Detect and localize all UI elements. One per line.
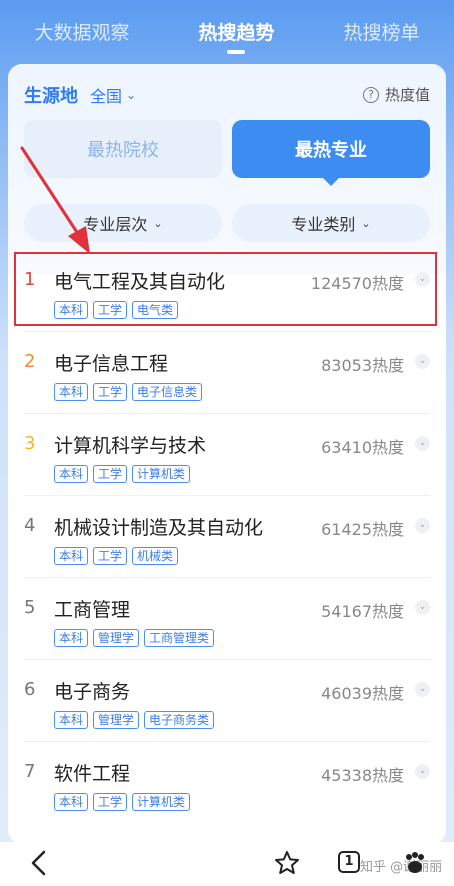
chevron-down-icon: ⌄: [361, 216, 371, 230]
tabs-icon[interactable]: 1: [338, 851, 360, 873]
major-name: 软件工程: [54, 763, 131, 785]
tab-hot-trends-label: 热搜趋势: [198, 22, 275, 44]
tag-category: 电子信息类: [132, 383, 203, 401]
heat-value: 63410热度: [321, 438, 404, 457]
star-icon[interactable]: [274, 850, 300, 876]
tag-discipline: 工学: [93, 793, 128, 811]
major-name: 电气工程及其自动化: [54, 271, 226, 293]
tag-level: 本科: [54, 711, 89, 729]
tag-group: 本科 工学 计算机类: [54, 793, 195, 811]
filter-major-category-label: 专业类别: [291, 215, 356, 234]
segment-hot-schools[interactable]: 最热院校: [24, 120, 222, 178]
expand-chevron-icon[interactable]: ⌄: [415, 354, 430, 369]
tag-group: 本科 管理学 电子商务类: [54, 711, 219, 729]
expand-chevron-icon[interactable]: ⌄: [415, 682, 430, 697]
question-icon: ?: [362, 86, 379, 103]
card-header: 生源地 全国 ⌄ ? 热度值 最热院校 最热专业 专业层次 ⌄ 专业类别 ⌄: [8, 64, 446, 274]
list-item[interactable]: 1 电气工程及其自动化 124570热度 ⌄ 本科 工学 电气类: [24, 250, 430, 332]
segment-hot-schools-label: 最热院校: [87, 140, 159, 161]
tabs-count-value: 1: [344, 854, 354, 869]
filter-major-level-label: 专业层次: [83, 215, 148, 234]
tag-discipline: 工学: [93, 383, 128, 401]
ranking-card: 生源地 全国 ⌄ ? 热度值 最热院校 最热专业 专业层次 ⌄ 专业类别 ⌄ 1…: [8, 64, 446, 844]
tag-group: 本科 工学 电气类: [54, 301, 183, 319]
segment-hot-majors[interactable]: 最热专业: [232, 120, 430, 186]
tag-category: 工商管理类: [144, 629, 215, 647]
tag-discipline: 工学: [93, 301, 128, 319]
list-item[interactable]: 3 计算机科学与技术 63410热度 ⌄ 本科 工学 计算机类: [24, 414, 430, 496]
major-name: 工商管理: [54, 599, 131, 621]
origin-label: 生源地: [24, 86, 78, 107]
segment-control: 最热院校 最热专业: [24, 120, 430, 186]
filter-major-category[interactable]: 专业类别 ⌄: [232, 204, 430, 242]
chevron-down-icon: ⌄: [153, 216, 163, 230]
tab-big-data[interactable]: 大数据观察: [34, 18, 129, 45]
rank-number: 7: [24, 761, 36, 782]
tag-level: 本科: [54, 383, 89, 401]
tag-category: 计算机类: [132, 465, 191, 483]
region-value: 全国: [90, 87, 123, 106]
bottom-toolbar: 1 知乎 @谢丽丽: [0, 842, 454, 886]
major-name: 机械设计制造及其自动化: [54, 517, 264, 539]
tag-level: 本科: [54, 465, 89, 483]
tag-group: 本科 工学 机械类: [54, 547, 183, 565]
rank-number: 2: [24, 351, 36, 372]
heat-value: 54167热度: [321, 602, 404, 621]
tag-level: 本科: [54, 793, 89, 811]
segment-hot-majors-label: 最热专业: [295, 140, 367, 161]
tag-category: 电气类: [132, 301, 179, 319]
tab-hot-ranking[interactable]: 热搜榜单: [343, 18, 419, 45]
chevron-down-icon: ⌄: [126, 88, 137, 102]
rank-number: 3: [24, 433, 36, 454]
heat-value: 45338热度: [321, 766, 404, 785]
tag-discipline: 管理学: [93, 711, 140, 729]
tag-category: 电子商务类: [144, 711, 215, 729]
tag-discipline: 工学: [93, 465, 128, 483]
tag-discipline: 管理学: [93, 629, 140, 647]
tag-group: 本科 工学 电子信息类: [54, 383, 207, 401]
major-name: 电子信息工程: [54, 353, 169, 375]
tag-group: 本科 管理学 工商管理类: [54, 629, 219, 647]
rank-number: 1: [24, 269, 36, 290]
list-item[interactable]: 6 电子商务 46039热度 ⌄ 本科 管理学 电子商务类: [24, 660, 430, 742]
rank-number: 6: [24, 679, 36, 700]
tag-level: 本科: [54, 301, 89, 319]
list-item[interactable]: 2 电子信息工程 83053热度 ⌄ 本科 工学 电子信息类: [24, 332, 430, 414]
paw-icon[interactable]: [402, 850, 428, 876]
heat-value: 124570热度: [310, 274, 404, 293]
segment-pointer: [322, 177, 340, 186]
major-list: 1 电气工程及其自动化 124570热度 ⌄ 本科 工学 电气类 2 电子信息工…: [8, 250, 446, 824]
heat-value: 46039热度: [321, 684, 404, 703]
expand-chevron-icon[interactable]: ⌄: [415, 600, 430, 615]
heat-value: 83053热度: [321, 356, 404, 375]
tag-level: 本科: [54, 547, 89, 565]
filter-row: 专业层次 ⌄ 专业类别 ⌄: [24, 204, 430, 242]
list-item[interactable]: 7 软件工程 45338热度 ⌄ 本科 工学 计算机类: [24, 742, 430, 824]
origin-row: 生源地 全国 ⌄: [24, 82, 136, 108]
tag-category: 机械类: [132, 547, 179, 565]
expand-chevron-icon[interactable]: ⌄: [415, 764, 430, 779]
top-tab-bar: 大数据观察 热搜趋势 热搜榜单: [0, 0, 454, 62]
list-item[interactable]: 5 工商管理 54167热度 ⌄ 本科 管理学 工商管理类: [24, 578, 430, 660]
expand-chevron-icon[interactable]: ⌄: [415, 436, 430, 451]
list-item[interactable]: 4 机械设计制造及其自动化 61425热度 ⌄ 本科 工学 机械类: [24, 496, 430, 578]
region-selector[interactable]: 全国 ⌄: [90, 83, 136, 107]
heat-value: 61425热度: [321, 520, 404, 539]
rank-number: 5: [24, 597, 36, 618]
tag-group: 本科 工学 计算机类: [54, 465, 195, 483]
heat-help-label: 热度值: [384, 86, 430, 104]
heat-help-button[interactable]: ? 热度值: [362, 84, 430, 105]
major-name: 电子商务: [54, 681, 131, 703]
active-tab-indicator: [227, 50, 246, 54]
major-name: 计算机科学与技术: [54, 435, 207, 457]
back-icon[interactable]: [28, 848, 50, 878]
tab-hot-trends[interactable]: 热搜趋势: [198, 18, 275, 54]
tag-discipline: 工学: [93, 547, 128, 565]
expand-chevron-icon[interactable]: ⌄: [415, 518, 430, 533]
tag-level: 本科: [54, 629, 89, 647]
expand-chevron-icon[interactable]: ⌄: [415, 272, 430, 287]
rank-number: 4: [24, 515, 36, 536]
filter-major-level[interactable]: 专业层次 ⌄: [24, 204, 222, 242]
tag-category: 计算机类: [132, 793, 191, 811]
